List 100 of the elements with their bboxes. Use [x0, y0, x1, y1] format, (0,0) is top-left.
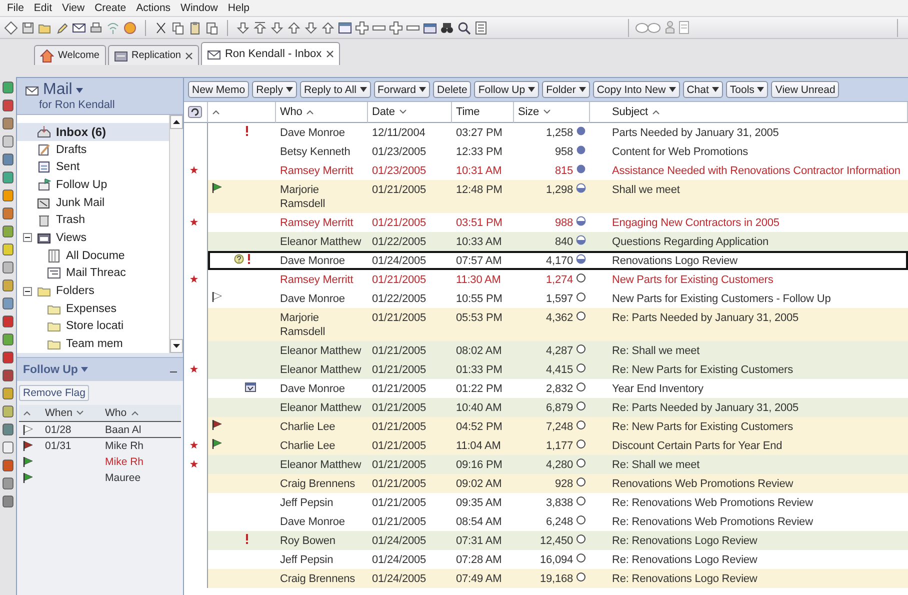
menu-item[interactable]: Window	[176, 2, 223, 14]
action-button[interactable]: Copy Into New	[592, 81, 680, 98]
action-button[interactable]: Reply to All	[300, 81, 370, 98]
calendar-icon[interactable]	[423, 20, 437, 34]
table-cell: Re: Shall we meet	[612, 458, 700, 472]
window-tab[interactable]: Replication	[108, 45, 199, 65]
column-header[interactable]: Date	[368, 102, 452, 123]
table-row[interactable]: Dave Monroe 01/24/2005 07:57 AM 4,170 Renovations Logo Review	[208, 251, 908, 270]
envelope-icon[interactable]	[72, 20, 86, 34]
folder-list-item[interactable]: All Docume	[17, 246, 169, 264]
caret-icon	[757, 87, 764, 92]
menu-item[interactable]: File	[2, 2, 29, 14]
action-button[interactable]: Reply	[252, 81, 297, 98]
action-button[interactable]: Forward	[374, 81, 430, 98]
chat-bubbles-icon[interactable]	[635, 22, 661, 34]
table-cell: Renovations Logo Review	[612, 254, 738, 268]
diamond-icon[interactable]	[4, 20, 18, 34]
table-row[interactable]: Eleanor Matthew 01/21/2005 08:02 AM 4,287 Re: Shall we meet	[208, 341, 908, 360]
column-header[interactable]: Size	[514, 102, 590, 123]
action-button[interactable]: Follow Up	[474, 81, 540, 98]
down-arrow-icon[interactable]	[304, 20, 318, 34]
copy-icon[interactable]	[171, 20, 185, 34]
table-row[interactable]: Charlie Lee 01/21/2005 04:52 PM 7,248 Re: New Parts for Existing Customers	[208, 417, 908, 436]
scroll-up-icon[interactable]	[173, 120, 180, 124]
window-tab[interactable]: Ron Kendall - Inbox	[200, 42, 340, 65]
folder-list-item[interactable]: Junk Mail	[17, 194, 169, 212]
tab-label: Replication	[132, 50, 181, 61]
folder-list-item[interactable]: Mail Threac	[17, 264, 169, 282]
column-header[interactable]: When	[41, 405, 101, 422]
expand-icon[interactable]	[389, 20, 403, 34]
menu-item[interactable]: View	[57, 2, 90, 14]
down-arrow-icon[interactable]	[270, 20, 284, 34]
folder-list-item[interactable]: Views	[17, 229, 169, 247]
refresh-icon[interactable]	[188, 106, 202, 118]
move-to-top-icon[interactable]	[253, 20, 267, 34]
table-row[interactable]: Charlie Lee 01/21/2005 11:04 AM 1,177 Discount Certain Parts for Year End	[208, 436, 908, 455]
column-header[interactable]: Who	[101, 405, 181, 422]
table-row[interactable]: Eleanor Matthew 01/21/2005 01:33 PM 4,415 Re: New Parts for Existing Customers	[208, 360, 908, 379]
binoculars-icon[interactable]	[440, 20, 454, 34]
table-row[interactable]: Eleanor Matthew 01/22/2005 10:33 AM 840 Questions Regarding Application	[208, 232, 908, 251]
table-row[interactable]: Roy Bowen 01/24/2005 07:31 AM 12,450 Re: Renovations Logo Review	[208, 531, 908, 550]
column-header[interactable]: Who	[276, 102, 368, 123]
down-arrow-icon[interactable]	[236, 20, 250, 34]
action-button[interactable]: Chat	[682, 81, 723, 98]
window-tab[interactable]: Welcome	[34, 45, 106, 65]
table-row[interactable]: Marjorie Ramsdell 01/21/2005 12:48 PM 1,298 Shall we meet	[208, 180, 908, 213]
action-button[interactable]: New Memo	[188, 81, 250, 98]
column-header[interactable]: Time	[452, 102, 514, 123]
table-row[interactable]: Craig Brennens 01/21/2005 09:02 AM 928 Renovations Web Promotions Review	[208, 474, 908, 493]
follow-up-header[interactable]: Follow Up	[23, 364, 88, 376]
collapse-toggle-icon[interactable]	[23, 233, 32, 242]
menu-item[interactable]: Edit	[28, 2, 58, 14]
printer-icon[interactable]	[89, 20, 103, 34]
folder-list-item[interactable]: Expenses	[17, 300, 169, 318]
up-arrow-icon[interactable]	[321, 20, 335, 34]
caret-icon	[668, 87, 676, 92]
cut-icon[interactable]	[154, 20, 168, 34]
folder-list-item[interactable]: Folders	[17, 282, 169, 300]
search-icon[interactable]	[457, 20, 471, 34]
table-row[interactable]: Marjorie Ramsdell 01/21/2005 05:53 PM 4,362 Re: Parts Needed by January 31, 2005	[208, 308, 908, 341]
table-row[interactable]: Eleanor Matthew 01/21/2005 09:16 PM 4,280 Re: Shall we meet	[208, 455, 908, 474]
action-button[interactable]: View Unread	[771, 81, 840, 98]
save-icon[interactable]	[21, 20, 35, 34]
star-icon	[190, 441, 198, 449]
collapse-toggle-icon[interactable]	[23, 286, 32, 296]
table-row[interactable]: Eleanor Matthew 01/21/2005 10:40 AM 6,879 Re: Parts Needed by January 31, 2005	[208, 398, 908, 417]
close-icon[interactable]	[184, 52, 193, 60]
menu-item[interactable]: Create	[90, 2, 132, 14]
column-header[interactable]: Subject	[590, 102, 908, 123]
action-button[interactable]: Folder	[542, 81, 590, 98]
table-cell: 01/21/2005	[372, 458, 426, 472]
clipboard-icon[interactable]	[188, 20, 202, 34]
caret-icon	[419, 87, 426, 92]
folder-list-item[interactable]: Trash	[17, 211, 169, 230]
action-button[interactable]: Tools	[726, 81, 768, 98]
edit-icon[interactable]	[55, 20, 69, 34]
folder-list-item[interactable]: Team mem	[17, 335, 169, 353]
mail-title[interactable]: Mail	[43, 81, 72, 99]
scrollbar[interactable]	[169, 115, 183, 353]
close-icon[interactable]	[326, 50, 334, 58]
scroll-down-icon[interactable]	[173, 344, 180, 348]
folder-list-item[interactable]: Drafts	[17, 140, 169, 158]
menu-item[interactable]: Help	[222, 2, 255, 14]
paste-icon[interactable]	[205, 20, 219, 34]
table-row[interactable]: Craig Brennens 01/24/2005 07:49 AM 19,168 Re: Renovations Logo Review	[208, 569, 908, 588]
folder-list-item[interactable]: Sent	[17, 158, 169, 176]
expand-icon[interactable]	[355, 20, 369, 34]
table-cell: 01/22/2005	[372, 292, 426, 306]
person-icon[interactable]	[665, 21, 675, 34]
folder-list-item[interactable]: Follow Up	[17, 176, 169, 194]
folder-list-item[interactable]: Store locati	[17, 318, 169, 336]
menu-item[interactable]: Actions	[131, 2, 176, 14]
form-icon[interactable]	[474, 20, 488, 34]
action-button[interactable]: Delete	[433, 81, 472, 98]
table-cell: 01/23/2005	[372, 145, 426, 159]
table-cell: Re: Shall we meet	[612, 344, 700, 358]
window-icon[interactable]	[338, 20, 352, 34]
remove-flag-button[interactable]: Remove Flag	[19, 385, 90, 401]
folder-list-item[interactable]: Inbox (6)	[17, 123, 169, 141]
up-arrow-icon[interactable]	[287, 20, 301, 34]
